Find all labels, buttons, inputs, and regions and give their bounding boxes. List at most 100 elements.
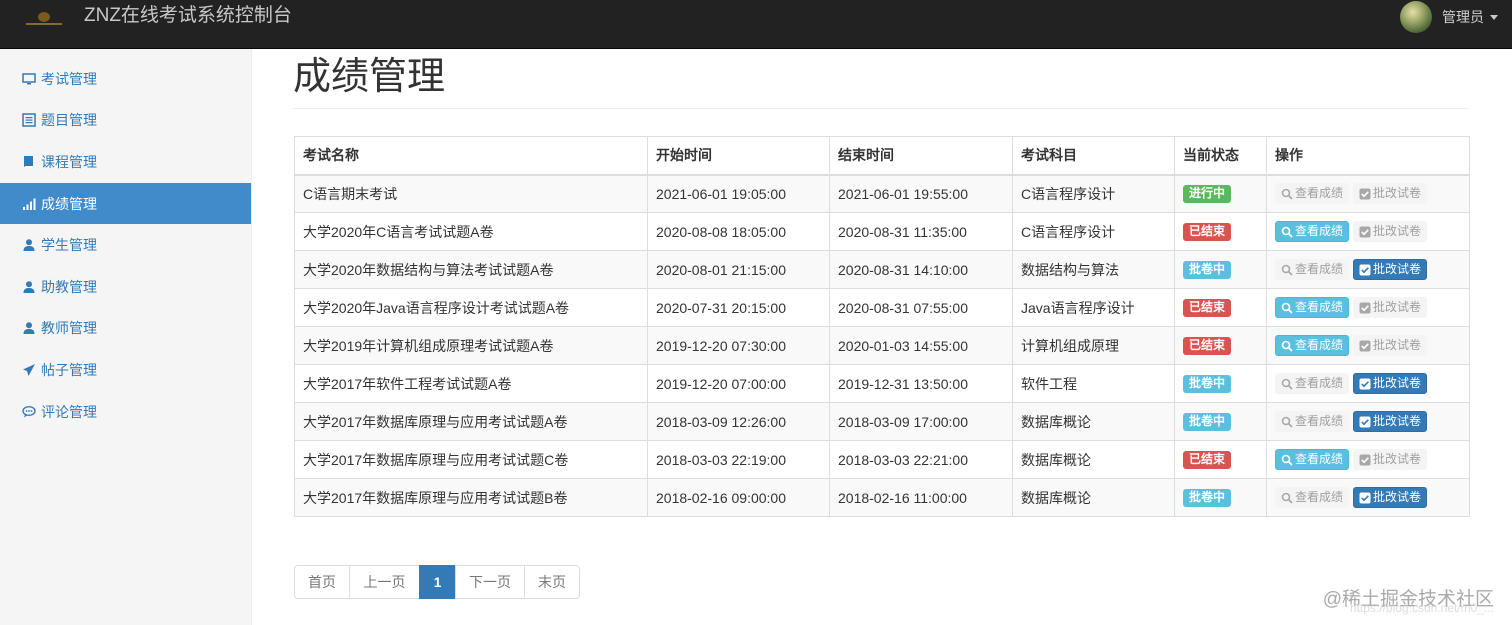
actions-cell: 查看成绩 批改试卷 <box>1266 440 1470 479</box>
grade-paper-button[interactable]: 批改试卷 <box>1353 487 1428 508</box>
start-time-cell: 2021-06-01 19:05:00 <box>647 174 830 213</box>
search-icon <box>1281 378 1295 390</box>
subject-cell: 软件工程 <box>1012 364 1175 403</box>
sidebar-item-2[interactable]: 课程管理 <box>0 141 251 183</box>
actions-cell: 查看成绩 批改试卷 <box>1266 478 1470 517</box>
check-square-icon <box>1359 492 1373 504</box>
title-divider <box>293 108 1469 109</box>
table-row: 大学2017年数据库原理与应用考试试题A卷 2018-03-09 12:26:00… <box>294 402 1470 441</box>
view-score-button[interactable]: 查看成绩 <box>1275 297 1350 318</box>
sidebar-item-3[interactable]: 成绩管理 <box>0 182 251 225</box>
page-current-button[interactable]: 1 <box>419 565 456 599</box>
table-row: 大学2017年数据库原理与应用考试试题C卷 2018-03-03 22:19:00… <box>294 440 1470 479</box>
watermark-url: https://blog.csdn.net/m0_... <box>1349 601 1494 615</box>
table-body: C语言期末考试 2021-06-01 19:05:00 2021-06-01 19:… <box>294 174 1470 517</box>
grade-paper-label: 批改试卷 <box>1373 186 1422 201</box>
view-score-button[interactable]: 查看成绩 <box>1275 449 1350 470</box>
sidebar-item-1[interactable]: 题目管理 <box>0 100 251 142</box>
sidebar-item-6[interactable]: 教师管理 <box>0 308 251 350</box>
view-score-label: 查看成绩 <box>1295 262 1344 276</box>
exam-name-cell: 大学2020年Java语言程序设计考试试题A卷 <box>294 288 648 327</box>
avatar <box>1400 1 1432 33</box>
grade-paper-button[interactable]: 批改试卷 <box>1353 221 1428 242</box>
view-score-button[interactable]: 查看成绩 <box>1275 335 1350 356</box>
start-time-cell: 2018-03-09 12:26:00 <box>647 402 830 441</box>
sidebar-item-8[interactable]: 评论管理 <box>0 391 251 433</box>
search-icon <box>1281 302 1295 314</box>
status-cell: 批卷中 <box>1174 250 1267 289</box>
exam-name-cell: C语言期末考试 <box>294 174 648 213</box>
page-prev-button[interactable]: 上一页 <box>349 565 420 599</box>
grade-paper-button[interactable]: 批改试卷 <box>1353 297 1428 318</box>
sidebar-item-0[interactable]: 考试管理 <box>0 58 251 100</box>
comment-icon <box>22 405 36 419</box>
view-score-button[interactable]: 查看成绩 <box>1275 411 1350 432</box>
grade-paper-button[interactable]: 批改试卷 <box>1353 259 1428 280</box>
view-score-label: 查看成绩 <box>1295 452 1344 466</box>
view-score-button[interactable]: 查看成绩 <box>1275 221 1350 242</box>
status-cell: 批卷中 <box>1174 364 1267 403</box>
grade-paper-button[interactable]: 批改试卷 <box>1353 373 1428 394</box>
start-time-cell: 2020-07-31 20:15:00 <box>647 288 830 327</box>
user-icon <box>22 321 36 335</box>
actions-cell: 查看成绩 批改试卷 <box>1266 364 1470 403</box>
signal-icon <box>22 197 36 211</box>
search-icon <box>1281 454 1295 466</box>
sidebar-item-7[interactable]: 帖子管理 <box>0 349 251 391</box>
grade-paper-label: 批改试卷 <box>1373 490 1422 504</box>
subject-cell: 数据结构与算法 <box>1012 250 1175 289</box>
view-score-button[interactable]: 查看成绩 <box>1275 373 1350 394</box>
grade-paper-label: 批改试卷 <box>1373 224 1422 238</box>
col-header-subject: 考试科目 <box>1012 136 1175 176</box>
view-score-button[interactable]: 查看成绩 <box>1275 183 1350 205</box>
check-square-icon <box>1359 340 1373 352</box>
start-time-cell: 2018-02-16 09:00:00 <box>647 478 830 517</box>
start-time-cell: 2020-08-08 18:05:00 <box>647 212 830 251</box>
subject-cell: 数据库概论 <box>1012 478 1175 517</box>
start-time-cell: 2020-08-01 21:15:00 <box>647 250 830 289</box>
search-icon <box>1281 492 1295 504</box>
exam-name-cell: 大学2020年数据结构与算法考试试题A卷 <box>294 250 648 289</box>
exam-name-cell: 大学2017年数据库原理与应用考试试题A卷 <box>294 402 648 441</box>
grade-paper-button[interactable]: 批改试卷 <box>1353 449 1428 470</box>
sidebar-item-4[interactable]: 学生管理 <box>0 224 251 266</box>
user-menu[interactable]: 管理员 <box>1400 0 1498 34</box>
start-time-cell: 2019-12-20 07:30:00 <box>647 326 830 365</box>
subject-cell: 数据库概论 <box>1012 440 1175 479</box>
subject-cell: C语言程序设计 <box>1012 212 1175 251</box>
sidebar-item-label: 考试管理 <box>41 70 97 87</box>
status-badge: 已结束 <box>1183 299 1232 317</box>
end-time-cell: 2020-01-03 14:55:00 <box>829 326 1013 365</box>
start-time-cell: 2019-12-20 07:00:00 <box>647 364 830 403</box>
table-row: 大学2017年数据库原理与应用考试试题B卷 2018-02-16 09:00:00… <box>294 478 1470 517</box>
exam-name-cell: 大学2019年计算机组成原理考试试题A卷 <box>294 326 648 365</box>
status-badge: 批卷中 <box>1183 375 1232 393</box>
table-row: 大学2020年Java语言程序设计考试试题A卷 2020-07-31 20:15:… <box>294 288 1470 327</box>
table-row: 大学2020年数据结构与算法考试试题A卷 2020-08-01 21:15:00 2… <box>294 250 1470 289</box>
view-score-label: 查看成绩 <box>1295 186 1344 201</box>
page-first-button[interactable]: 首页 <box>294 565 350 599</box>
view-score-button[interactable]: 查看成绩 <box>1275 259 1350 280</box>
app-brand-title[interactable]: ZNZ在线考试系统控制台 <box>84 4 292 28</box>
view-score-button[interactable]: 查看成绩 <box>1275 487 1350 508</box>
sidebar-item-5[interactable]: 助教管理 <box>0 266 251 308</box>
status-cell: 已结束 <box>1174 212 1267 251</box>
grade-paper-label: 批改试卷 <box>1373 452 1422 466</box>
status-badge: 批卷中 <box>1183 261 1232 279</box>
list-alt-icon <box>22 113 36 128</box>
grade-paper-button[interactable]: 批改试卷 <box>1353 335 1428 356</box>
page-next-button[interactable]: 下一页 <box>455 565 525 599</box>
send-icon <box>22 363 36 377</box>
page-last-button[interactable]: 末页 <box>524 565 580 599</box>
grade-paper-label: 批改试卷 <box>1373 300 1422 314</box>
status-badge: 批卷中 <box>1183 413 1232 431</box>
end-time-cell: 2020-08-31 11:35:00 <box>829 212 1013 251</box>
check-square-icon <box>1359 302 1373 314</box>
grade-paper-button[interactable]: 批改试卷 <box>1353 411 1428 432</box>
actions-cell: 查看成绩 批改试卷 <box>1266 174 1470 213</box>
grade-paper-button[interactable]: 批改试卷 <box>1353 183 1428 205</box>
end-time-cell: 2018-03-03 22:21:00 <box>829 440 1013 479</box>
view-score-label: 查看成绩 <box>1295 224 1344 238</box>
search-icon <box>1281 340 1295 352</box>
sidebar-item-label: 题目管理 <box>41 112 97 129</box>
